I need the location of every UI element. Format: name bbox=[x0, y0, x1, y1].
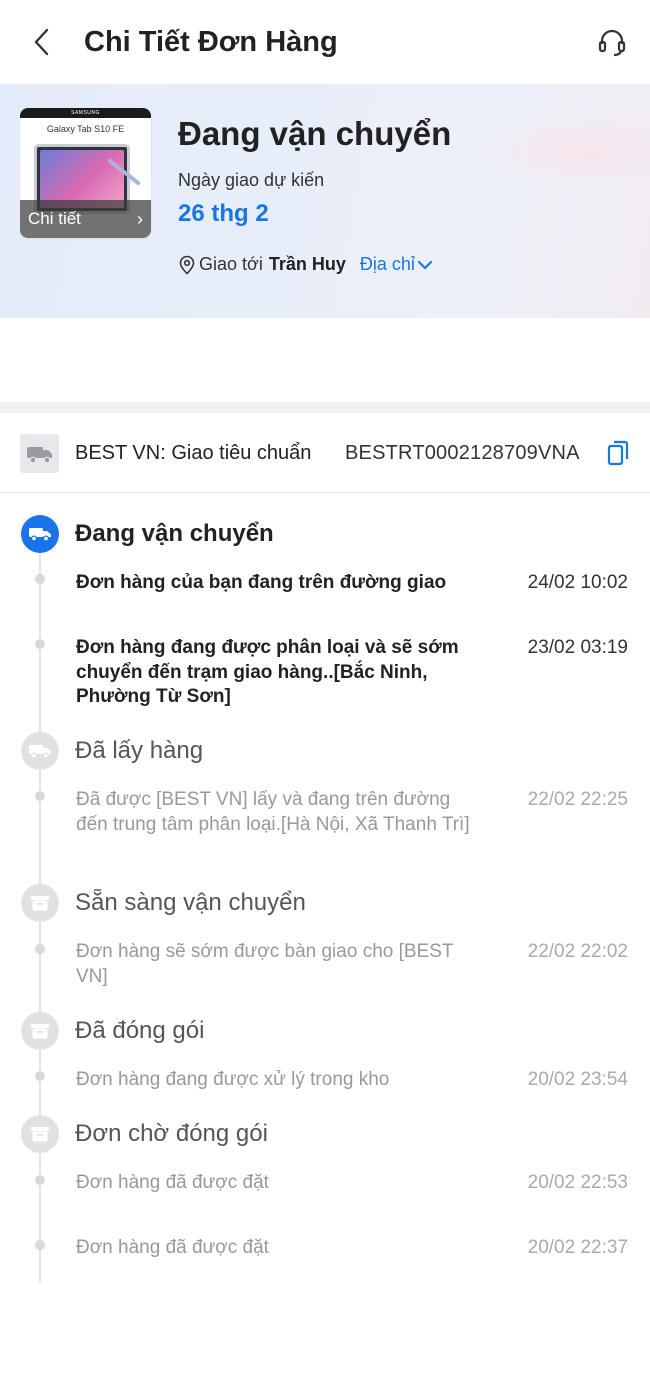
event-time: 22/02 22:25 bbox=[527, 789, 628, 810]
tracking-number: BESTRT0002128709VNA bbox=[345, 442, 580, 464]
address-toggle[interactable]: Địa chỉ bbox=[360, 254, 433, 275]
eta-date: 26 thg 2 bbox=[178, 200, 269, 227]
stage-title: Đơn chờ đóng gói bbox=[75, 1120, 268, 1147]
decorative-glow bbox=[480, 114, 650, 184]
recipient-name: Trần Huy bbox=[268, 254, 346, 274]
deliver-to-row: Giao tới Trần Huy Địa chỉ bbox=[178, 254, 433, 275]
event-time: 20/02 23:54 bbox=[527, 1069, 628, 1090]
stage-box-icon bbox=[21, 1012, 59, 1050]
event-time: 23/02 03:19 bbox=[527, 637, 628, 658]
thumbnail-brand: SAMSUNG bbox=[71, 110, 100, 116]
event-text: Đơn hàng đã được đặt bbox=[76, 1172, 269, 1193]
stage-box-icon bbox=[21, 1115, 59, 1153]
headset-icon bbox=[598, 29, 626, 57]
app-header: Chi Tiết Đơn Hàng bbox=[0, 0, 650, 84]
event-time: 20/02 22:37 bbox=[527, 1237, 628, 1258]
details-label: Chi tiết bbox=[28, 209, 81, 228]
chevron-down-icon bbox=[417, 259, 433, 271]
section-divider bbox=[0, 402, 650, 413]
carrier-name: BEST VN: Giao tiêu chuẩn bbox=[75, 442, 312, 464]
timeline-dot bbox=[35, 639, 45, 649]
event-time: 24/02 10:02 bbox=[527, 572, 628, 593]
eta-label: Ngày giao dự kiến bbox=[178, 170, 325, 190]
chevron-right-icon: › bbox=[137, 208, 143, 229]
address-link-label: Địa chỉ bbox=[359, 254, 415, 274]
event-text: Đơn hàng đang được phân loại và sẽ sớm c… bbox=[76, 637, 459, 707]
back-button[interactable] bbox=[26, 24, 56, 60]
location-pin-icon bbox=[178, 255, 196, 275]
stage-title: Đã lấy hàng bbox=[75, 737, 204, 764]
thumbnail-model: Galaxy Tab S10 FE bbox=[46, 124, 125, 134]
product-thumbnail[interactable]: SAMSUNG Galaxy Tab S10 FE Chi tiết › bbox=[20, 108, 151, 238]
truck-icon bbox=[20, 434, 59, 473]
carrier-row: BEST VN: Giao tiêu chuẩn BESTRT000212870… bbox=[0, 413, 650, 493]
support-button[interactable] bbox=[594, 24, 630, 60]
deliver-to-label: Giao tới bbox=[199, 254, 263, 274]
timeline-dot bbox=[35, 1175, 45, 1185]
event-text: Đơn hàng đang được xử lý trong kho bbox=[76, 1069, 390, 1090]
shipping-status: Đang vận chuyển bbox=[178, 115, 452, 152]
stage-truck-icon bbox=[21, 732, 59, 770]
event-text: Đơn hàng của bạn đang trên đường giao bbox=[76, 572, 447, 593]
event-time: 20/02 22:53 bbox=[527, 1172, 628, 1193]
event-time: 22/02 22:02 bbox=[527, 941, 628, 962]
stage-title: Đang vận chuyển bbox=[75, 520, 274, 547]
details-overlay[interactable]: Chi tiết › bbox=[20, 200, 151, 238]
event-text: Đã được [BEST VN] lấy và đang trên đường… bbox=[76, 789, 470, 835]
copy-tracking-button[interactable] bbox=[604, 438, 632, 468]
timeline-dot bbox=[35, 574, 45, 584]
stage-box-icon bbox=[21, 884, 59, 922]
stage-title: Đã đóng gói bbox=[75, 1017, 205, 1044]
order-status-hero: SAMSUNG Galaxy Tab S10 FE Chi tiết › Đan… bbox=[0, 84, 650, 318]
page-title: Chi Tiết Đơn Hàng bbox=[84, 26, 338, 58]
copy-icon bbox=[607, 440, 629, 466]
timeline-dot bbox=[35, 1240, 45, 1250]
event-text: Đơn hàng sẽ sớm được bàn giao cho [BEST … bbox=[76, 941, 454, 987]
timeline-dot bbox=[35, 791, 45, 801]
timeline-dot bbox=[35, 944, 45, 954]
timeline-dot bbox=[35, 1071, 45, 1081]
stage-title: Sẵn sàng vận chuyển bbox=[75, 889, 306, 916]
chevron-left-icon bbox=[34, 28, 49, 56]
stage-truck-icon bbox=[21, 515, 59, 553]
event-text: Đơn hàng đã được đặt bbox=[76, 1237, 269, 1258]
